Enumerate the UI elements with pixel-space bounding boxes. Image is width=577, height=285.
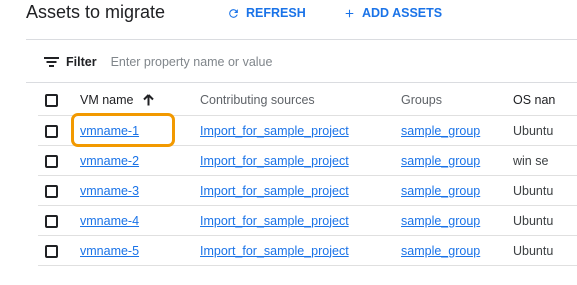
filter-bar: Filter — [44, 52, 371, 72]
plus-icon — [345, 9, 354, 17]
filter-divider — [26, 82, 577, 83]
row-checkbox[interactable] — [45, 124, 58, 138]
source-link[interactable]: Import_for_sample_project — [200, 154, 349, 168]
source-link[interactable]: Import_for_sample_project — [200, 244, 349, 258]
group-link[interactable]: sample_group — [401, 244, 480, 258]
row-checkbox[interactable] — [45, 184, 58, 198]
row-checkbox-cell — [38, 145, 80, 176]
column-header-vm-name[interactable]: VM name — [80, 84, 200, 116]
table-row: vmname-4 Import_for_sample_project sampl… — [38, 205, 577, 236]
source-cell: Import_for_sample_project — [200, 205, 401, 236]
table-row: vmname-5 Import_for_sample_project sampl… — [38, 235, 577, 266]
refresh-button[interactable]: REFRESH — [227, 6, 306, 20]
source-link[interactable]: Import_for_sample_project — [200, 124, 349, 138]
header-checkbox-cell — [38, 84, 80, 116]
vm-name-link[interactable]: vmname-5 — [80, 244, 139, 258]
vm-name-cell: vmname-2 — [80, 145, 200, 176]
column-header-contributing-sources[interactable]: Contributing sources — [200, 84, 401, 116]
vm-name-cell: vmname-1 — [80, 115, 200, 146]
add-assets-button[interactable]: ADD ASSETS — [343, 6, 442, 20]
row-checkbox[interactable] — [45, 214, 58, 228]
vm-name-cell: vmname-5 — [80, 235, 200, 266]
os-cell: win se — [513, 145, 577, 176]
vm-name-cell: vmname-4 — [80, 205, 200, 236]
header-divider — [26, 39, 577, 40]
row-checkbox-cell — [38, 235, 80, 266]
filter-input[interactable] — [110, 55, 371, 69]
row-checkbox-cell — [38, 205, 80, 236]
vm-name-link[interactable]: vmname-4 — [80, 214, 139, 228]
os-cell: Ubuntu — [513, 175, 577, 206]
page-title: Assets to migrate — [26, 2, 166, 22]
os-cell: Ubuntu — [513, 115, 577, 146]
vm-name-link[interactable]: vmname-2 — [80, 154, 139, 168]
os-cell: Ubuntu — [513, 235, 577, 266]
assets-table: VM name Contributing sources Groups OS n… — [38, 84, 577, 266]
row-checkbox[interactable] — [45, 244, 58, 258]
add-assets-label: ADD ASSETS — [362, 6, 443, 20]
group-cell: sample_group — [401, 145, 513, 176]
column-header-groups[interactable]: Groups — [401, 84, 513, 116]
table-row: vmname-1 Import_for_sample_project sampl… — [38, 115, 577, 146]
source-cell: Import_for_sample_project — [200, 175, 401, 206]
group-link[interactable]: sample_group — [401, 154, 480, 168]
source-cell: Import_for_sample_project — [200, 235, 401, 266]
vm-name-cell: vmname-3 — [80, 175, 200, 206]
filter-label: Filter — [66, 55, 97, 69]
row-checkbox-cell — [38, 175, 80, 206]
column-label-vm-name: VM name — [80, 92, 134, 107]
source-cell: Import_for_sample_project — [200, 145, 401, 176]
table-row: vmname-2 Import_for_sample_project sampl… — [38, 145, 577, 176]
group-cell: sample_group — [401, 205, 513, 236]
filter-icon[interactable] — [44, 56, 59, 68]
group-cell: sample_group — [401, 115, 513, 146]
table-row: vmname-3 Import_for_sample_project sampl… — [38, 175, 577, 206]
refresh-icon — [229, 8, 238, 18]
table-header-row: VM name Contributing sources Groups OS n… — [38, 84, 577, 116]
source-link[interactable]: Import_for_sample_project — [200, 214, 349, 228]
group-link[interactable]: sample_group — [401, 124, 480, 138]
vm-name-link[interactable]: vmname-1 — [80, 124, 139, 138]
source-link[interactable]: Import_for_sample_project — [200, 184, 349, 198]
source-cell: Import_for_sample_project — [200, 115, 401, 146]
group-link[interactable]: sample_group — [401, 184, 480, 198]
sort-arrow-up-icon[interactable] — [143, 94, 154, 106]
vm-name-link[interactable]: vmname-3 — [80, 184, 139, 198]
page-header: Assets to migrate REFRESH ADD ASSETS — [0, 0, 577, 30]
group-link[interactable]: sample_group — [401, 214, 480, 228]
os-cell: Ubuntu — [513, 205, 577, 236]
group-cell: sample_group — [401, 175, 513, 206]
row-checkbox-cell — [38, 115, 80, 146]
row-checkbox[interactable] — [45, 154, 58, 168]
group-cell: sample_group — [401, 235, 513, 266]
column-header-os-name[interactable]: OS nan — [513, 84, 577, 116]
refresh-label: REFRESH — [246, 6, 306, 20]
select-all-checkbox[interactable] — [45, 93, 58, 107]
